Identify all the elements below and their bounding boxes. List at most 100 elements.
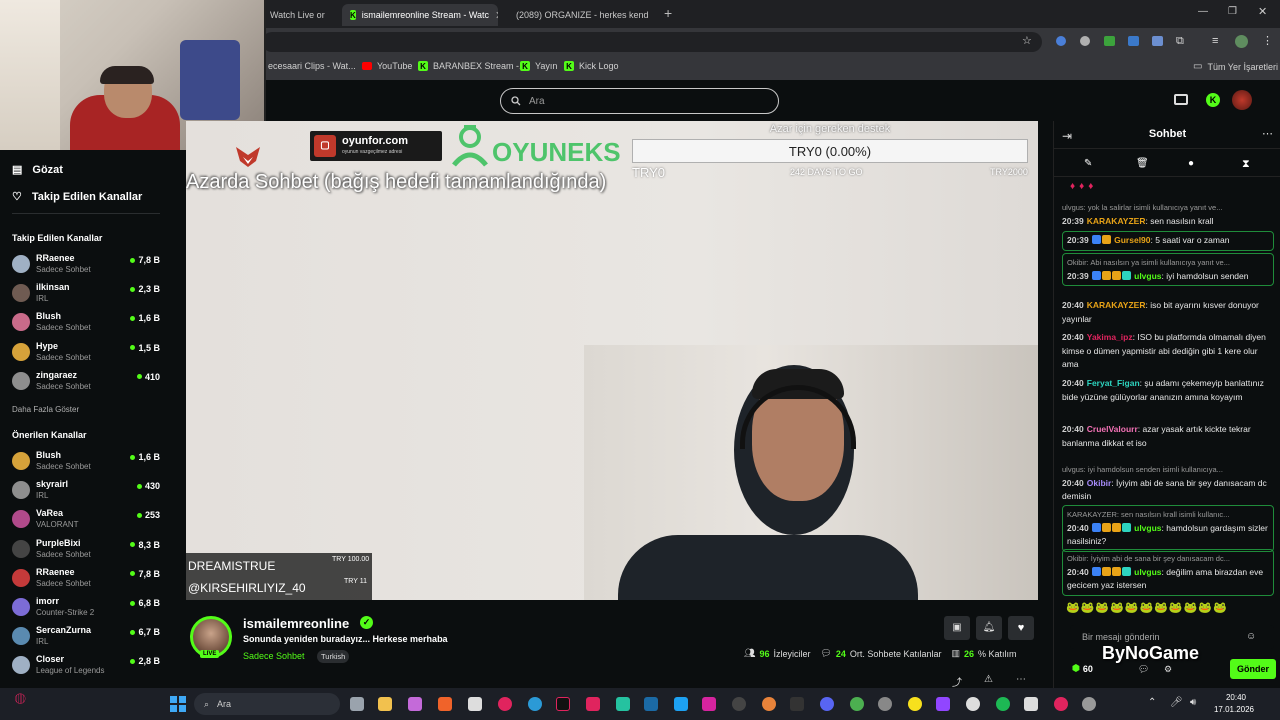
new-tab-icon[interactable]: +: [664, 5, 672, 21]
recommended-channel-item[interactable]: imorr Counter-Strike 2 6,8 B: [12, 595, 160, 621]
theater-mode-icon[interactable]: [1174, 94, 1188, 105]
chat-message[interactable]: 20:40 Feryat_Figan: şu adamı çekemeyip ba…: [1062, 377, 1274, 404]
show-more-link[interactable]: Daha Fazla Göster: [12, 405, 79, 414]
app-icon[interactable]: [586, 697, 600, 711]
user-avatar[interactable]: [1232, 90, 1252, 110]
windows-start-icon[interactable]: [170, 696, 186, 712]
channel-points[interactable]: ⬢ 60: [1072, 663, 1093, 674]
twitter-icon[interactable]: [674, 697, 688, 711]
minimize-icon[interactable]: —: [1198, 6, 1208, 17]
followed-channel-item[interactable]: ilkinsan IRL 2,3 B: [12, 281, 160, 307]
chat-message[interactable]: 20:40 Yakima_ipz: ISO bu platformda olmam…: [1062, 331, 1274, 372]
edge-icon[interactable]: [528, 697, 542, 711]
clock-time[interactable]: 20:40: [1216, 693, 1256, 702]
clock-date[interactable]: 17.01.2026: [1204, 705, 1264, 714]
recommended-channel-item[interactable]: VaRea VALORANT 253: [12, 507, 160, 533]
recommended-channel-item[interactable]: RRaenee Sadece Sohbet 7,8 B: [12, 566, 160, 592]
extension-icon[interactable]: [1080, 36, 1090, 46]
timer-icon[interactable]: ⧗: [1242, 158, 1250, 171]
app-icon[interactable]: [616, 697, 630, 711]
share-icon[interactable]: ⤴: [952, 674, 962, 689]
nav-following[interactable]: ♡ Takip Edilen Kanallar: [12, 190, 142, 204]
task-view-icon[interactable]: [350, 697, 364, 711]
steam-icon[interactable]: [644, 697, 658, 711]
extension-icon[interactable]: [1128, 36, 1139, 46]
message-username[interactable]: ulvgus: [1134, 523, 1161, 533]
reply-preview[interactable]: ulvgus: iyi hamdolsun senden isimli kull…: [1062, 463, 1274, 477]
chat-message[interactable]: 20:40 KARAKAYZER: iso bit ayarını kısver …: [1062, 299, 1274, 326]
emoji-picker-icon[interactable]: ☺: [1246, 631, 1256, 642]
chat-message[interactable]: 20:40 CruelValourr: azar yasak artık kick…: [1062, 423, 1274, 450]
message-username[interactable]: KARAKAYZER: [1087, 300, 1146, 310]
all-bookmarks[interactable]: ▭ Tüm Yer İşaretleri: [1193, 61, 1278, 72]
epic-games-icon[interactable]: [790, 697, 804, 711]
opera-icon[interactable]: [1054, 697, 1068, 711]
spotify-icon[interactable]: [996, 697, 1010, 711]
chat-message[interactable]: Okibir: Abi nasılsın ya isimli kullanıcı…: [1062, 253, 1274, 286]
microphone-icon[interactable]: 🎤︎: [1170, 697, 1183, 708]
bookmark-star-icon[interactable]: ☆: [1022, 34, 1032, 47]
notification-button[interactable]: 🔔︎: [976, 616, 1002, 640]
discord-icon[interactable]: [820, 697, 834, 711]
instagram-icon[interactable]: [702, 697, 716, 711]
reply-preview[interactable]: ulvgus: yok la salirlar isimli kullanıcı…: [1062, 201, 1274, 215]
trash-icon[interactable]: 🗑︎: [1136, 158, 1149, 169]
recommended-channel-item[interactable]: skyrairl IRL 430: [12, 478, 160, 504]
store-icon[interactable]: [468, 697, 482, 711]
taskbar-search[interactable]: ⌕ Ara: [194, 693, 340, 715]
media-player-icon[interactable]: [498, 697, 512, 711]
follow-button[interactable]: ♥: [1008, 616, 1034, 640]
recommended-channel-item[interactable]: PurpleBixi Sadece Sohbet 8,3 B: [12, 537, 160, 563]
widget-icon[interactable]: 🔴︎: [14, 694, 27, 705]
bookmark-youtube[interactable]: YouTube: [362, 61, 412, 71]
app-icon[interactable]: [966, 697, 980, 711]
reply-preview[interactable]: Okibir: Abi nasılsın ya isimli kullanıcı…: [1067, 256, 1269, 270]
tab-search-icon[interactable]: ≡: [1212, 35, 1218, 47]
followed-channel-item[interactable]: Hype Sadece Sohbet 1,5 B: [12, 340, 160, 366]
send-button[interactable]: Gönder: [1230, 659, 1276, 679]
chat-message[interactable]: Okibir: İyiyim abi de sana bir şey danıs…: [1062, 549, 1274, 596]
channel-name[interactable]: ismailemreonline: [243, 616, 349, 631]
extension-icon[interactable]: [1152, 36, 1163, 46]
bookmark-yayin[interactable]: K Yayın: [520, 61, 557, 71]
language-tag[interactable]: Turkish: [317, 650, 350, 663]
bookmark-ecesaari[interactable]: ecesaari Clips - Wat...: [268, 61, 356, 71]
volume-icon[interactable]: 🔊︎: [1190, 697, 1196, 708]
message-username[interactable]: KARAKAYZER: [1087, 216, 1146, 226]
message-username[interactable]: Gursel90: [1114, 235, 1150, 245]
snapchat-icon[interactable]: [908, 697, 922, 711]
stream-category[interactable]: Sadece Sohbet: [243, 651, 305, 661]
message-username[interactable]: ulvgus: [1134, 271, 1161, 281]
tab-kick-stream[interactable]: K ismailemreonline Stream - Watc ✕: [342, 4, 498, 26]
close-tab-icon[interactable]: ✕: [495, 9, 498, 22]
settings-icon[interactable]: [1082, 697, 1096, 711]
chat-settings-icon[interactable]: ⚙: [1164, 664, 1172, 675]
brave-icon[interactable]: [438, 697, 452, 711]
tab-watch-live[interactable]: Watch Live or: [262, 4, 340, 26]
message-username[interactable]: Feryat_Figan: [1087, 378, 1140, 388]
recommended-channel-item[interactable]: Closer League of Legends 2,8 B: [12, 653, 160, 679]
bookmark-kick-logo[interactable]: K Kick Logo: [564, 61, 619, 71]
chat-message[interactable]: 20:39 Gursel90: 5 saati var o zaman: [1062, 231, 1274, 251]
video-player[interactable]: ▢ oyunfor.com oyunun vazgeçilmez adresi …: [186, 121, 1038, 600]
browser-menu-icon[interactable]: ⋮: [1262, 34, 1273, 47]
chat-message[interactable]: ulvgus: iyi hamdolsun senden isimli kull…: [1062, 463, 1274, 504]
recommended-channel-item[interactable]: SercanZurna IRL 6,7 B: [12, 624, 160, 650]
message-username[interactable]: ulvgus: [1134, 567, 1161, 577]
recommended-channel-item[interactable]: Blush Sadece Sohbet 1,6 B: [12, 449, 160, 475]
close-window-icon[interactable]: ✕: [1258, 5, 1267, 18]
message-username[interactable]: CruelValourr: [1087, 424, 1138, 434]
app-icon[interactable]: [408, 697, 422, 711]
extension-icon[interactable]: [1104, 36, 1115, 46]
maximize-icon[interactable]: ❐: [1228, 6, 1237, 17]
message-username[interactable]: Okibir: [1087, 478, 1112, 488]
message-username[interactable]: Yakima_ipz: [1087, 332, 1133, 342]
followed-channel-item[interactable]: RRaenee Sadece Sohbet 7,8 B: [12, 252, 160, 278]
more-options-icon[interactable]: ⋯: [1016, 674, 1026, 685]
app-icon[interactable]: [878, 697, 892, 711]
clip-button[interactable]: ▣: [944, 616, 970, 640]
chat-users-icon[interactable]: 💬︎: [1138, 664, 1149, 675]
extensions-puzzle-icon[interactable]: ⧉: [1176, 35, 1184, 48]
url-field[interactable]: [262, 32, 1042, 52]
followed-channel-item[interactable]: Blush Sadece Sohbet 1,6 B: [12, 310, 160, 336]
